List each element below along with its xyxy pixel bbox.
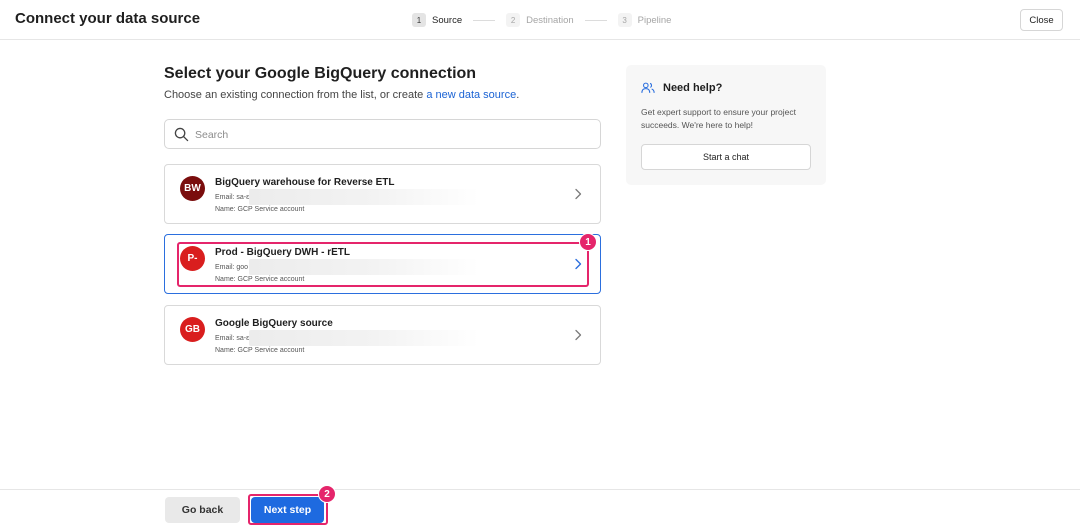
step-divider (473, 19, 496, 21)
step-source: 1 Source (412, 13, 462, 27)
subtext-prefix: Choose an existing connection from the l… (164, 89, 427, 101)
step-pipeline: 3 Pipeline (617, 13, 672, 27)
step-number: 1 (412, 13, 426, 27)
stepper: 1 Source 2 Destination 3 Pipeline (412, 12, 671, 28)
help-title: Need help? (663, 82, 723, 94)
step-label: Pipeline (637, 14, 672, 26)
avatar: BW (180, 176, 205, 201)
footer-bar: Go back Next step (0, 489, 1080, 529)
section-subtext: Choose an existing connection from the l… (164, 89, 519, 101)
redacted-area (249, 330, 479, 346)
people-icon (641, 82, 655, 93)
connection-card-google-bigquery-source[interactable]: GB Google BigQuery source Email: sa-ε Na… (164, 305, 601, 365)
start-chat-button[interactable]: Start a chat (641, 144, 811, 170)
connection-email: Email: sa-ε (215, 335, 250, 342)
step-divider (584, 19, 607, 21)
step-label: Source (432, 14, 463, 26)
connection-title: Google BigQuery source (215, 318, 333, 329)
annotation-badge-1: 1 (579, 233, 597, 251)
annotation-highlight-2 (248, 494, 328, 525)
chevron-right-icon (575, 188, 582, 200)
annotation-highlight-1 (177, 242, 589, 287)
redacted-area (249, 189, 479, 205)
search-input[interactable] (195, 125, 585, 145)
page-title: Connect your data source (15, 10, 201, 27)
annotation-badge-2: 2 (318, 485, 336, 503)
chevron-right-icon (575, 329, 582, 341)
search-box (164, 119, 601, 149)
new-data-source-link[interactable]: a new data source (426, 89, 516, 101)
section-heading: Select your Google BigQuery connection (164, 65, 477, 82)
help-text: Get expert support to ensure your projec… (641, 107, 796, 130)
step-destination: 2 Destination (506, 13, 574, 27)
step-label: Destination (526, 14, 574, 26)
step-number: 2 (506, 13, 521, 27)
connection-name: Name: GCP Service account (215, 347, 305, 354)
connection-name: Name: GCP Service account (215, 206, 305, 213)
avatar: GB (180, 317, 205, 342)
connection-card-bigquery-warehouse[interactable]: BW BigQuery warehouse for Reverse ETL Em… (164, 164, 601, 224)
go-back-button[interactable]: Go back (165, 497, 240, 523)
subtext-suffix: . (516, 89, 520, 101)
search-icon (174, 127, 189, 142)
connection-email: Email: sa-ε (215, 194, 250, 201)
help-panel: Need help? Get expert support to ensure … (626, 65, 826, 185)
close-button[interactable]: Close (1020, 9, 1063, 31)
connection-title: BigQuery warehouse for Reverse ETL (215, 177, 395, 188)
step-number: 3 (617, 13, 632, 27)
top-bar: Connect your data source 1 Source 2 Dest… (0, 0, 1080, 40)
